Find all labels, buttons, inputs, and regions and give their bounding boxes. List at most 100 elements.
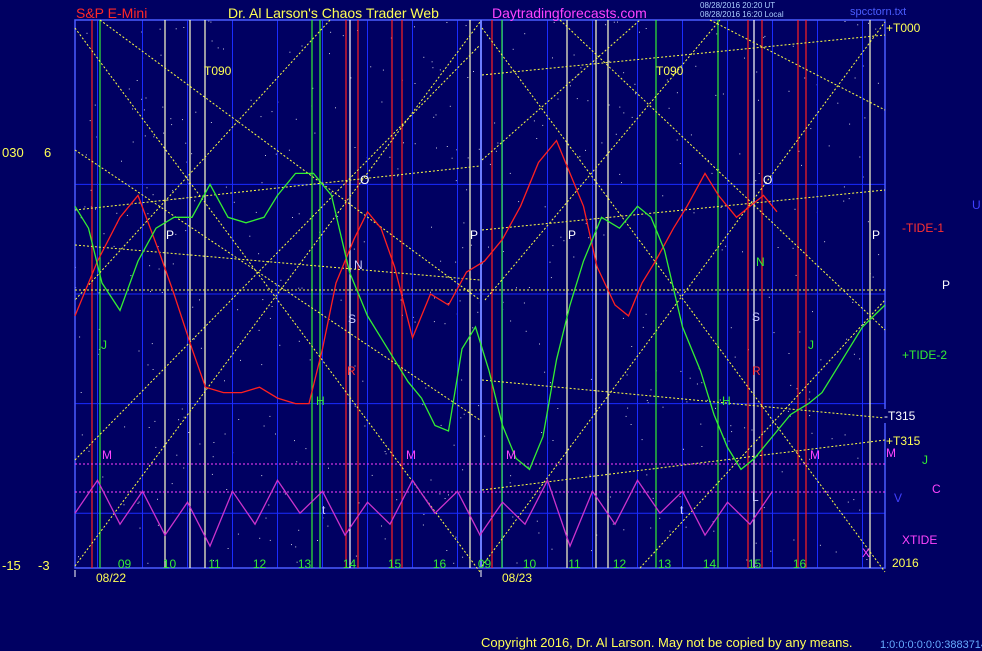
star-dot bbox=[613, 21, 615, 23]
star-dot bbox=[809, 415, 811, 417]
star-dot bbox=[864, 117, 866, 119]
star-dot bbox=[95, 208, 96, 210]
star-dot bbox=[275, 433, 276, 435]
star-dot bbox=[268, 504, 270, 506]
star-dot bbox=[381, 525, 382, 527]
star-dot bbox=[768, 296, 770, 298]
star-dot bbox=[646, 474, 648, 476]
star-dot bbox=[294, 440, 295, 442]
star-dot bbox=[128, 88, 130, 90]
star-dot bbox=[542, 124, 544, 126]
star-dot bbox=[258, 253, 260, 255]
star-dot bbox=[358, 502, 360, 504]
star-dot bbox=[126, 214, 128, 216]
star-dot bbox=[650, 527, 652, 529]
star-dot bbox=[676, 92, 678, 94]
star-dot bbox=[78, 556, 79, 558]
star-dot bbox=[518, 201, 520, 203]
star-dot bbox=[271, 306, 273, 307]
date-day2: 08/23 bbox=[502, 571, 533, 585]
star-dot bbox=[430, 479, 432, 481]
star-dot bbox=[601, 142, 603, 144]
star-dot bbox=[470, 244, 472, 246]
star-dot bbox=[867, 221, 869, 223]
star-dot bbox=[280, 279, 282, 281]
star-dot bbox=[589, 474, 591, 476]
star-dot bbox=[831, 438, 833, 440]
star-dot bbox=[431, 61, 433, 63]
star-dot bbox=[801, 164, 802, 166]
star-dot bbox=[679, 496, 681, 498]
star-dot bbox=[185, 142, 187, 144]
star-dot bbox=[340, 299, 342, 301]
star-dot bbox=[695, 65, 697, 67]
star-dot bbox=[686, 401, 688, 403]
label-s-day1: S bbox=[348, 312, 357, 326]
star-dot bbox=[859, 156, 861, 158]
star-dot bbox=[539, 343, 540, 345]
label-v: V bbox=[894, 491, 903, 505]
star-dot bbox=[152, 369, 154, 370]
star-dot bbox=[473, 71, 474, 72]
dotted-t-line bbox=[484, 19, 721, 301]
label-p: P bbox=[942, 278, 951, 292]
label-r-day2: R bbox=[752, 364, 761, 378]
star-dot bbox=[425, 387, 427, 389]
star-dot bbox=[217, 47, 219, 49]
star-dot bbox=[185, 230, 187, 232]
star-dot bbox=[146, 187, 148, 189]
star-dot bbox=[739, 153, 741, 155]
star-dot bbox=[512, 48, 514, 50]
dotted-t-line bbox=[481, 379, 886, 419]
label-c: C bbox=[932, 482, 941, 496]
star-dot bbox=[646, 400, 648, 401]
star-dot bbox=[812, 311, 813, 313]
star-dot bbox=[381, 101, 383, 103]
star-dot bbox=[792, 247, 794, 249]
star-dot bbox=[275, 153, 277, 155]
star-dot bbox=[585, 223, 587, 225]
star-dot bbox=[262, 299, 264, 301]
star-dot bbox=[645, 313, 647, 315]
star-dot bbox=[363, 241, 365, 243]
star-dot bbox=[200, 347, 202, 349]
star-dot bbox=[301, 45, 303, 47]
star-dot bbox=[763, 37, 765, 39]
star-dot bbox=[484, 435, 486, 437]
star-dot bbox=[233, 201, 235, 203]
star-dot bbox=[195, 111, 197, 113]
site-url-link[interactable]: Daytradingforecasts.com bbox=[492, 5, 647, 21]
hour-tick-label: 10 bbox=[163, 557, 177, 571]
star-dot bbox=[544, 371, 546, 373]
year-label: 2016 bbox=[892, 556, 919, 570]
star-dot bbox=[792, 45, 794, 47]
star-dot bbox=[631, 116, 633, 118]
star-dot bbox=[455, 261, 457, 263]
star-dot bbox=[80, 392, 82, 393]
star-dot bbox=[744, 427, 746, 429]
star-dot bbox=[756, 71, 758, 73]
star-dot bbox=[755, 542, 757, 544]
star-dot bbox=[701, 446, 703, 447]
star-dot bbox=[259, 537, 261, 539]
label-p-3: P bbox=[568, 228, 577, 242]
star-dot bbox=[455, 180, 457, 182]
star-dot bbox=[178, 419, 180, 421]
star-dot bbox=[175, 28, 177, 30]
star-dot bbox=[623, 72, 625, 74]
star-dot bbox=[510, 475, 512, 477]
label-tide2: +TIDE-2 bbox=[902, 348, 948, 362]
label-h-day2: H bbox=[722, 394, 731, 408]
star-dot bbox=[397, 168, 399, 170]
star-dot bbox=[455, 536, 457, 538]
star-dot bbox=[853, 499, 855, 501]
dotted-t-line bbox=[481, 189, 886, 231]
star-dot bbox=[382, 69, 384, 71]
star-dot bbox=[151, 343, 153, 345]
star-dot bbox=[199, 299, 200, 301]
star-dot bbox=[609, 496, 611, 498]
star-dot bbox=[576, 98, 578, 100]
star-dot bbox=[305, 448, 307, 450]
star-dot bbox=[553, 21, 555, 23]
star-dot bbox=[509, 172, 511, 174]
